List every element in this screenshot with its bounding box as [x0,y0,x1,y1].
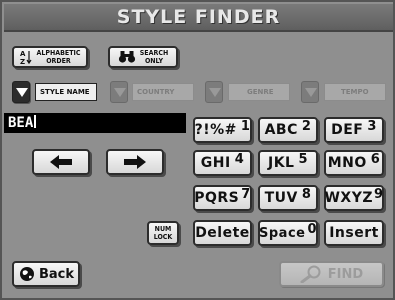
key-3-text: DEF [331,122,364,138]
key-6-mno[interactable]: MNO 6 [324,150,384,176]
delete-button[interactable]: Delete [193,220,252,246]
lock-label: LOCK [153,233,173,241]
key-2-text: ABC [264,122,298,138]
title-bar: STYLE FINDER [4,4,393,32]
search-text-input[interactable]: BEA [4,113,186,133]
key-1-symbols[interactable]: ?!%# 1 [193,117,252,143]
genre-field[interactable]: GENRE [228,83,290,101]
arrow-left-icon [50,155,72,169]
order-label: ORDER [46,57,71,65]
style-name-toggle[interactable] [12,81,30,103]
triangle-down-icon [16,88,28,97]
space-button[interactable]: Space 0 [258,220,318,246]
genre-toggle[interactable] [205,81,223,103]
genre-label: GENRE [247,88,274,96]
page-title: STYLE FINDER [116,6,281,28]
key-4-number: 4 [234,151,245,167]
num-label: NUM [154,225,172,233]
key-7-pqrs[interactable]: PQRS 7 [193,185,252,211]
country-label: COUNTRY [137,88,175,96]
key-7-number: 7 [241,186,251,202]
alphabetic-order-button[interactable]: A Z ALPHABETIC ORDER [12,46,88,68]
cursor-left-button[interactable] [32,149,90,175]
find-label: FIND [327,266,364,282]
tempo-field[interactable]: TEMPO [324,83,386,101]
only-label: ONLY [144,57,164,65]
arrow-right-icon [124,155,146,169]
binoculars-icon [118,51,135,63]
svg-text:A: A [20,50,26,58]
key-6-text: MNO [327,155,367,171]
key-4-ghi[interactable]: GHI 4 [193,150,252,176]
key-1-number: 1 [240,118,251,134]
style-name-field[interactable]: STYLE NAME [35,83,97,101]
key-2-abc[interactable]: ABC 2 [258,117,318,143]
tempo-toggle[interactable] [301,81,319,103]
key-5-jkl[interactable]: JKL 5 [258,150,318,176]
back-label: Back [39,266,75,282]
triangle-down-icon [305,88,317,97]
az-sort-icon: A Z [20,50,32,65]
key-6-number: 6 [370,151,381,167]
key-4-text: GHI [200,155,231,171]
key-1-text: ?!%# [194,122,237,138]
key-8-text: TUV [264,190,298,206]
triangle-down-icon [114,88,126,97]
key-7-text: PQRS [194,190,240,206]
key-5-text: JKL [267,155,295,171]
key-3-number: 3 [367,118,377,134]
find-button[interactable]: FIND [279,261,384,287]
search-text-value: BEA [8,115,34,131]
search-label: SEARCH [139,49,169,57]
cursor-right-button[interactable] [106,149,164,175]
key-9-wxyz[interactable]: WXYZ 9 [324,185,384,211]
svg-text:Z: Z [20,58,25,65]
insert-button[interactable]: Insert [324,220,384,246]
style-name-label: STYLE NAME [40,88,90,96]
country-field[interactable]: COUNTRY [132,83,194,101]
alphabetic-label: ALPHABETIC [36,49,81,57]
key-9-number: 9 [374,186,384,202]
country-toggle[interactable] [110,81,128,103]
delete-label: Delete [195,225,250,241]
globe-icon [20,267,34,281]
space-label: Space [259,225,306,241]
insert-label: Insert [329,225,379,241]
key-5-number: 5 [298,151,309,167]
key-8-tuv[interactable]: TUV 8 [258,185,318,211]
triangle-down-icon [209,88,221,97]
magnifier-icon [300,265,321,283]
style-finder-screen: STYLE FINDER A Z ALPHABETIC ORDER SEARCH… [0,0,395,300]
num-lock-button[interactable]: NUM LOCK [147,221,179,245]
text-cursor [34,115,37,128]
key-9-text: WXYZ [324,190,373,206]
key-3-def[interactable]: DEF 3 [324,117,384,143]
key-8-number: 8 [301,186,312,202]
key-2-number: 2 [301,118,312,134]
tempo-label: TEMPO [341,88,369,96]
back-button[interactable]: Back [12,261,80,287]
space-number: 0 [307,221,318,237]
search-only-button[interactable]: SEARCH ONLY [108,46,178,68]
